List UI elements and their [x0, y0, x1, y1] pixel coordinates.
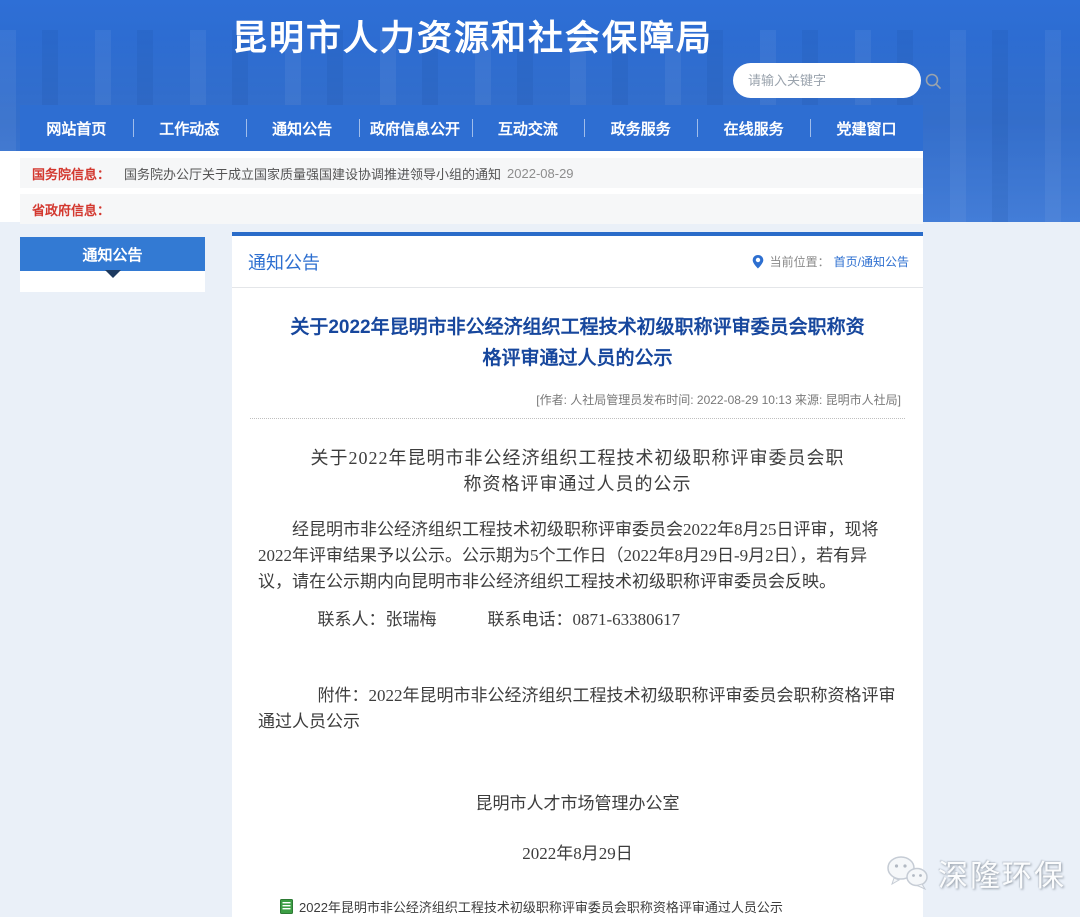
panel-header: 通知公告 当前位置： 首页/通知公告	[232, 236, 923, 288]
nav-item-interaction[interactable]: 互动交流	[472, 118, 585, 139]
nav-item-notices[interactable]: 通知公告	[246, 118, 359, 139]
ticker-date: 2022-08-29	[507, 166, 574, 181]
main-nav: 网站首页 工作动态 通知公告 政府信息公开 互动交流 政务服务 在线服务 党建窗…	[20, 105, 923, 151]
nav-item-party-window[interactable]: 党建窗口	[810, 118, 923, 139]
nav-item-gov-info[interactable]: 政府信息公开	[359, 118, 472, 139]
ticker-row-state-council: 国务院信息： 国务院办公厅关于成立国家质量强国建设协调推进领导小组的通知 202…	[20, 158, 923, 188]
sidebar: 通知公告	[20, 237, 205, 292]
ticker-label: 省政府信息：	[32, 200, 110, 219]
article-body: 关于2022年昆明市非公经济组织工程技术初级职称评审委员会职称资格评审通过人员的…	[232, 445, 923, 867]
attachment-link-row[interactable]: 2022年昆明市非公经济组织工程技术初级职称评审委员会职称资格评审通过人员公示	[280, 897, 923, 916]
search-input[interactable]	[748, 73, 924, 88]
content-panel: 通知公告 当前位置： 首页/通知公告 关于2022年昆明市非公经济组织工程技术初…	[232, 232, 923, 917]
contact-line: 联系人：张瑞梅 联系电话：0871-63380617	[258, 607, 897, 633]
location-pin-icon	[751, 254, 765, 270]
site-title: 昆明市人力资源和社会保障局	[232, 10, 713, 61]
ticker-row-provincial-gov: 省政府信息：	[20, 194, 923, 224]
sidebar-item-notices[interactable]: 通知公告	[20, 237, 205, 271]
signature-date: 2022年8月29日	[258, 841, 897, 867]
section-title: 通知公告	[248, 249, 320, 275]
dotted-separator	[250, 418, 905, 419]
article-title: 关于2022年昆明市非公经济组织工程技术初级职称评审委员会职称资格评审通过人员的…	[290, 312, 865, 375]
nav-item-gov-services[interactable]: 政务服务	[584, 118, 697, 139]
nav-item-work-news[interactable]: 工作动态	[133, 118, 246, 139]
attachment-note: 附件：2022年昆明市非公经济组织工程技术初级职称评审委员会职称资格评审通过人员…	[258, 683, 897, 735]
sidebar-item-label: 通知公告	[82, 244, 142, 265]
excel-file-icon	[280, 899, 293, 914]
attachment-link-text[interactable]: 2022年昆明市非公经济组织工程技术初级职称评审委员会职称资格评审通过人员公示	[299, 897, 783, 916]
search-icon[interactable]	[924, 72, 942, 90]
signature-org: 昆明市人才市场管理办公室	[258, 791, 897, 817]
ticker-label: 国务院信息：	[32, 164, 110, 183]
breadcrumb-path[interactable]: 首页/通知公告	[834, 253, 909, 270]
ticker-section: 国务院信息： 国务院办公厅关于成立国家质量强国建设协调推进领导小组的通知 202…	[0, 151, 923, 222]
nav-item-online-services[interactable]: 在线服务	[697, 118, 810, 139]
article-body-title: 关于2022年昆明市非公经济组织工程技术初级职称评审委员会职称资格评审通过人员的…	[304, 445, 851, 497]
header-banner: 昆明市人力资源和社会保障局 网站首页 工作动态 通知公告 政府信息公开 互动交流…	[0, 0, 1080, 222]
article-meta: [作者: 人社局管理员发布时间: 2022-08-29 10:13 来源: 昆明…	[254, 391, 901, 408]
breadcrumb: 当前位置： 首页/通知公告	[751, 253, 909, 270]
article-paragraph: 经昆明市非公经济组织工程技术初级职称评审委员会2022年8月25日评审，现将20…	[258, 517, 897, 595]
watermark-text: 深隆环保	[938, 851, 1066, 895]
page: 昆明市人力资源和社会保障局 网站首页 工作动态 通知公告 政府信息公开 互动交流…	[0, 0, 1080, 917]
nav-item-home[interactable]: 网站首页	[20, 118, 133, 139]
ticker-link[interactable]: 国务院办公厅关于成立国家质量强国建设协调推进领导小组的通知	[124, 164, 501, 183]
search-box[interactable]	[733, 63, 921, 98]
breadcrumb-label: 当前位置：	[770, 253, 830, 270]
